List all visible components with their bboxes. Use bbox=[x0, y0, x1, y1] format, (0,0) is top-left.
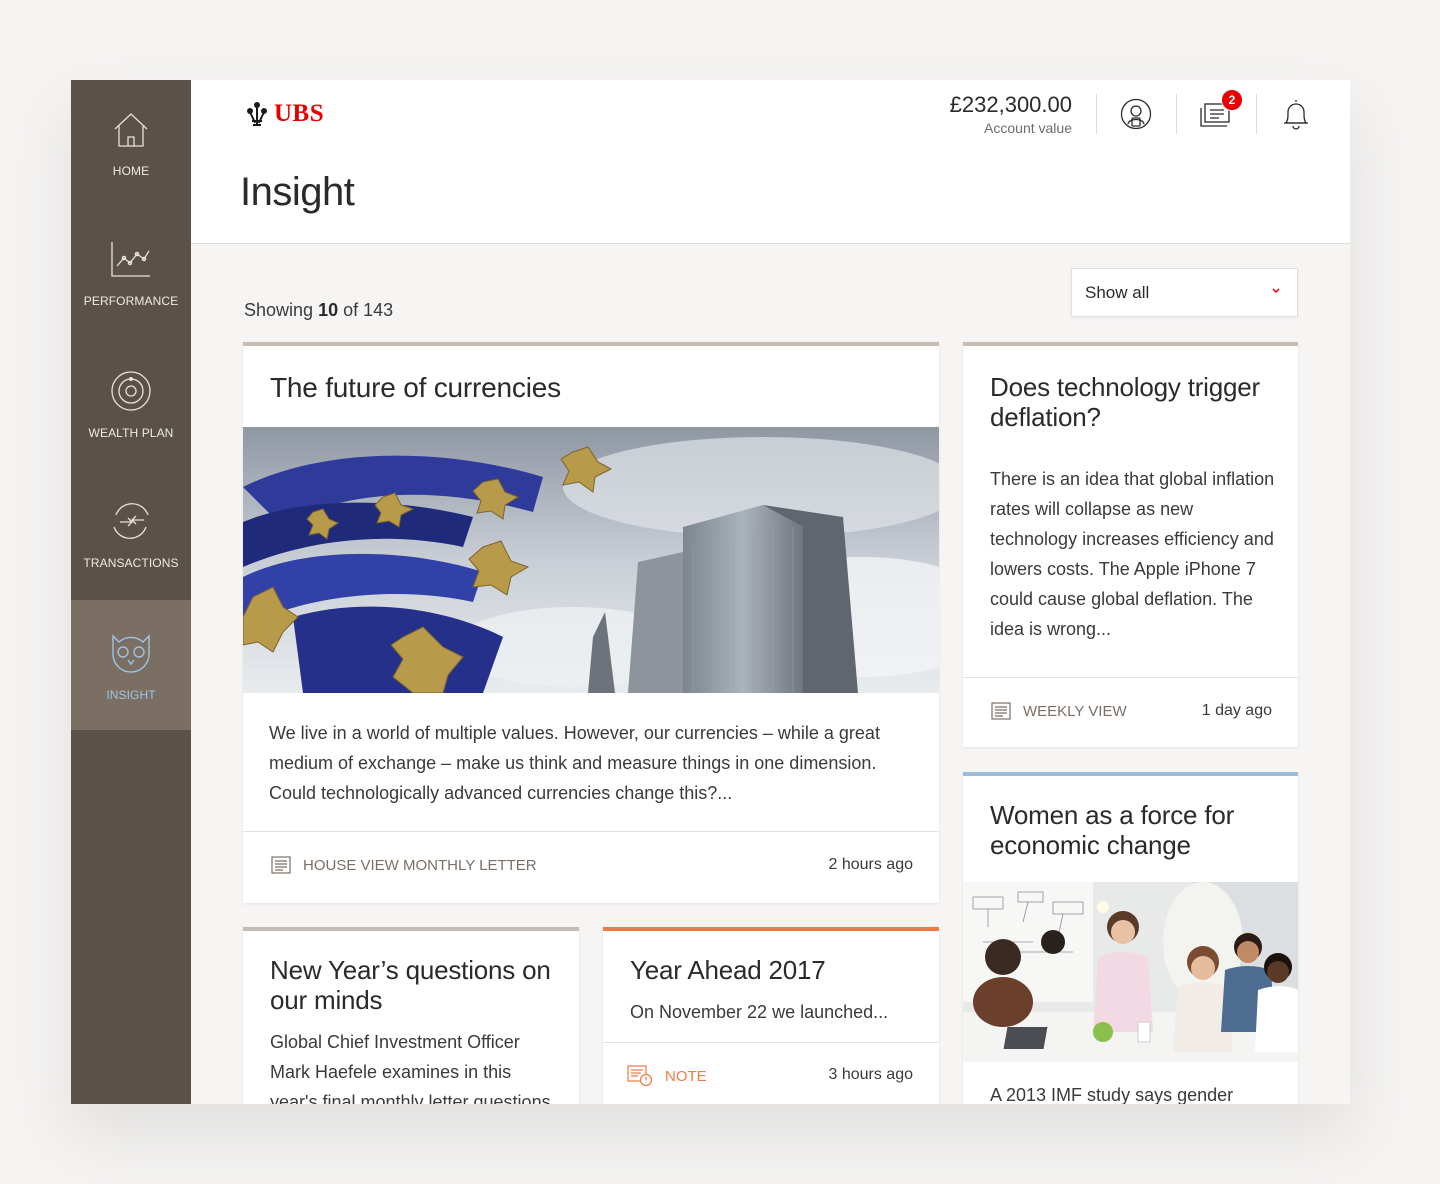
keys-logo-icon bbox=[247, 102, 267, 126]
sidebar-item-home[interactable]: HOME bbox=[71, 80, 191, 210]
ubs-logo[interactable]: UBS bbox=[243, 100, 324, 128]
card-footer: NOTE 3 hours ago bbox=[603, 1042, 939, 1104]
filter-selected-value: Show all bbox=[1085, 282, 1150, 302]
card-excerpt: Global Chief Investment Officer Mark Hae… bbox=[270, 1032, 551, 1104]
card-category-label: WEEKLY VIEW bbox=[1023, 702, 1127, 720]
card-timestamp: 2 hours ago bbox=[828, 856, 913, 873]
results-prefix: Showing bbox=[244, 300, 314, 320]
results-count-value: 10 bbox=[318, 300, 339, 320]
page-title: Insight bbox=[240, 170, 355, 214]
wealth-plan-icon bbox=[111, 371, 151, 411]
card-title: Year Ahead 2017 bbox=[630, 955, 826, 985]
filter-dropdown[interactable]: Show all bbox=[1071, 268, 1298, 317]
sidebar-item-label: WEALTH PLAN bbox=[88, 426, 174, 440]
insight-card-year-ahead[interactable]: Year Ahead 2017 On November 22 we launch… bbox=[603, 927, 939, 1104]
card-category[interactable]: WEEKLY VIEW bbox=[991, 702, 1127, 720]
sidebar-item-label: HOME bbox=[112, 164, 150, 178]
sidebar-item-label: INSIGHT bbox=[106, 688, 156, 702]
bell-icon bbox=[1284, 100, 1308, 130]
results-suffix: of 143 bbox=[343, 300, 394, 320]
card-title: The future of currencies bbox=[270, 372, 561, 403]
insight-card-currencies[interactable]: The future of currencies We live in a wo… bbox=[243, 342, 939, 903]
brand-name: UBS bbox=[274, 100, 325, 127]
card-category-label: NOTE bbox=[665, 1067, 707, 1085]
card-category[interactable]: NOTE bbox=[627, 1065, 707, 1087]
performance-chart-icon bbox=[111, 242, 150, 277]
card-excerpt: We live in a world of multiple values. H… bbox=[269, 723, 880, 803]
account-value: £232,300.00 bbox=[949, 92, 1072, 117]
card-excerpt: There is an idea that global inflation r… bbox=[990, 469, 1275, 639]
messages-button[interactable]: 2 bbox=[1199, 89, 1243, 132]
card-excerpt: On November 22 we launched... bbox=[630, 1002, 889, 1022]
sidebar-item-insight[interactable]: INSIGHT bbox=[71, 600, 191, 730]
app-window: HOME PERFORMANCE WEALTH PLAN TRANSACTION… bbox=[71, 80, 1350, 1104]
sidebar-item-label: TRANSACTIONS bbox=[83, 556, 179, 570]
sidebar-item-transactions[interactable]: TRANSACTIONS bbox=[71, 470, 191, 600]
card-title: New Year’s questions on our minds bbox=[270, 955, 551, 1015]
card-title: Women as a force for economic change bbox=[990, 800, 1235, 860]
home-icon bbox=[114, 113, 148, 147]
card-title: Does technology trigger deflation? bbox=[990, 372, 1260, 432]
sidebar-item-performance[interactable]: PERFORMANCE bbox=[71, 210, 191, 340]
document-icon bbox=[271, 856, 291, 874]
profile-button[interactable] bbox=[1119, 96, 1153, 132]
sidebar-item-wealth-plan[interactable]: WEALTH PLAN bbox=[71, 340, 191, 470]
business-meeting-image bbox=[963, 882, 1298, 1062]
card-category[interactable]: HOUSE VIEW MONTHLY LETTER bbox=[271, 856, 537, 874]
euro-sculpture-image bbox=[243, 427, 939, 693]
card-category-label: HOUSE VIEW MONTHLY LETTER bbox=[303, 856, 537, 874]
card-footer: WEEKLY VIEW 1 day ago bbox=[963, 677, 1298, 747]
messages-badge: 2 bbox=[1221, 89, 1243, 111]
page-header: UBS Insight £232,300.00 Account value 2 bbox=[191, 80, 1350, 244]
header-divider bbox=[1176, 94, 1177, 134]
sidebar-nav: HOME PERFORMANCE WEALTH PLAN TRANSACTION… bbox=[71, 80, 191, 1104]
card-timestamp: 1 day ago bbox=[1201, 702, 1272, 719]
card-footer: HOUSE VIEW MONTHLY LETTER 2 hours ago bbox=[243, 831, 939, 903]
card-timestamp: 3 hours ago bbox=[828, 1066, 913, 1083]
account-value-label: Account value bbox=[984, 120, 1072, 136]
notifications-button[interactable] bbox=[1279, 96, 1313, 132]
insight-card-new-year[interactable]: New Year’s questions on our minds Global… bbox=[243, 927, 579, 1104]
profile-icon bbox=[1120, 98, 1152, 130]
header-divider bbox=[1096, 94, 1097, 134]
card-excerpt: A 2013 IMF study says gender bbox=[990, 1085, 1234, 1104]
insight-card-women-economy[interactable]: Women as a force for economic change A 2… bbox=[963, 772, 1298, 1104]
chevron-down-icon bbox=[1272, 288, 1280, 294]
note-alert-icon bbox=[627, 1065, 653, 1087]
account-summary: £232,300.00 Account value bbox=[950, 92, 1072, 136]
document-icon bbox=[991, 702, 1011, 720]
transactions-icon bbox=[113, 503, 149, 539]
insight-card-deflation[interactable]: Does technology trigger deflation? There… bbox=[963, 342, 1298, 747]
owl-insight-icon bbox=[112, 634, 150, 673]
sidebar-item-label: PERFORMANCE bbox=[83, 294, 179, 308]
results-count: Showing 10 of 143 bbox=[244, 300, 393, 321]
header-divider bbox=[1256, 94, 1257, 134]
